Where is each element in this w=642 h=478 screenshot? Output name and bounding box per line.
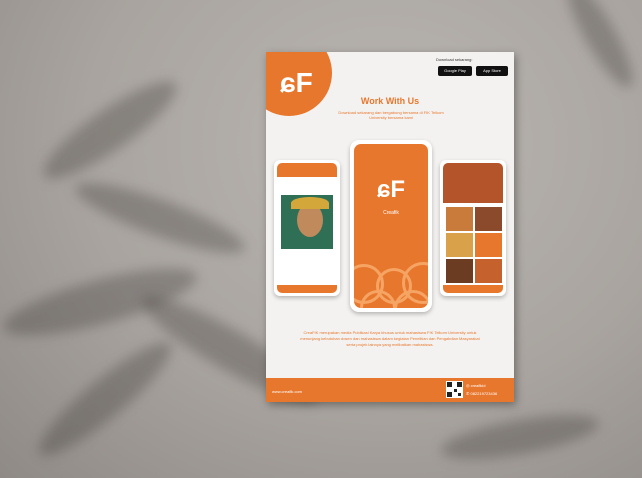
leaf-shadow [32,67,188,193]
leaf-shadow [557,0,642,95]
poster-subtitle: Download sekarang dan bergabung bersama … [338,110,444,120]
grid-tile [446,233,473,257]
app-logo-icon: ɕF [376,176,405,203]
website-url: www.creafik.com [272,389,303,394]
tab-bar [443,285,503,293]
poster-title: Work With Us [360,96,420,106]
grid-tile [475,259,502,283]
qr-code-icon [446,381,463,398]
description-text: CreaFIK merupakan media Publikasi Karya … [300,330,480,347]
grid-tile [475,233,502,257]
instagram-handle: ◎ creafikid [466,383,486,388]
poster-footer: www.creafik.com ◎ creafikid ✆ 0822197234… [266,378,514,402]
tab-bar [277,285,337,293]
instagram-text: creafikid [470,383,486,388]
download-label: Download sekarang: [436,57,473,62]
app-store-badge: App Store [476,66,508,76]
phone-right [440,160,506,296]
creafik-logo-icon: ɕF [280,67,313,98]
photo-scene: ɕF Download sekarang: Google Play App St… [0,0,642,478]
app-header [277,163,337,177]
google-play-badge: Google Play [438,66,472,76]
grid-tile [475,207,502,231]
poster: ɕF Download sekarang: Google Play App St… [266,52,514,402]
banner-image [443,163,503,203]
grid-tile [446,259,473,283]
splash-screen: ɕF Creafik [354,144,428,308]
leaf-shadow [27,329,183,469]
leaf-shadow [69,170,251,266]
grid-tile [446,207,473,231]
app-name: Creafik [383,210,399,216]
post-image [281,195,333,249]
phone-text: 082219723436 [470,391,498,396]
phone-left-screen [277,163,337,293]
leaf-shadow [438,406,602,468]
phone-left [274,160,340,296]
phone-center: ɕF Creafik [350,140,432,312]
phone-right-screen [443,163,503,293]
whatsapp-number: ✆ 082219723436 [466,391,498,396]
